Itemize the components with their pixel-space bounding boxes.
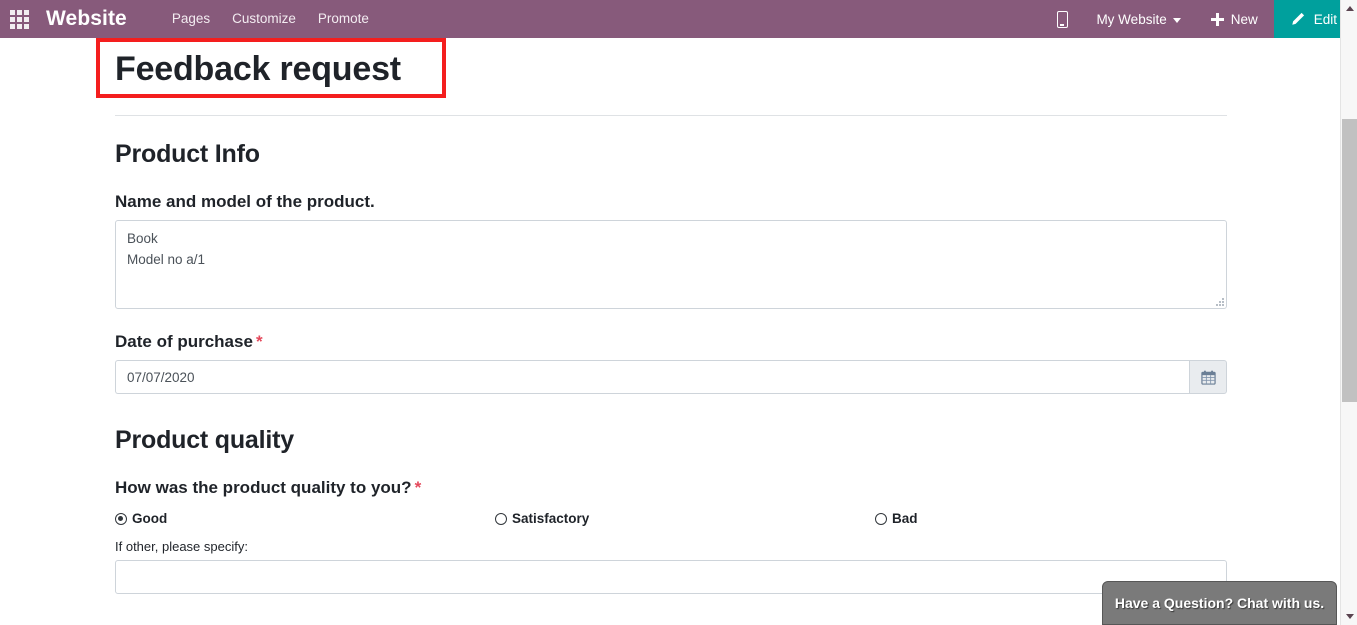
mobile-phone-glyph	[1056, 10, 1068, 28]
scroll-down-arrow[interactable]	[1341, 608, 1357, 625]
required-marker: *	[255, 332, 263, 352]
if-other-specify-input[interactable]	[115, 560, 1227, 595]
vertical-scrollbar[interactable]	[1340, 0, 1357, 625]
calendar-icon[interactable]	[1189, 360, 1227, 395]
brand-title[interactable]: Website	[46, 0, 127, 38]
nav-item-promote[interactable]: Promote	[307, 0, 380, 38]
edit-button-label: Edit	[1313, 11, 1337, 27]
site-switcher-label: My Website	[1096, 11, 1167, 27]
label-product-quality-question-text: How was the product quality to you?	[115, 478, 412, 498]
apps-grid-glyph	[9, 9, 29, 29]
radio-option-good[interactable]: Good	[115, 511, 495, 526]
apps-grid-icon[interactable]	[0, 0, 38, 38]
label-date-of-purchase: Date of purchase *	[115, 331, 1227, 353]
radio-option-bad[interactable]: Bad	[875, 511, 918, 526]
site-switcher-dropdown[interactable]: My Website	[1082, 0, 1194, 38]
new-button[interactable]: New	[1195, 0, 1274, 38]
radio-option-satisfactory[interactable]: Satisfactory	[495, 511, 875, 526]
chevron-up-icon	[1345, 6, 1354, 11]
section-heading-product-quality: Product quality	[115, 426, 294, 455]
section-heading-product-info: Product Info	[115, 140, 260, 168]
name-model-field-wrapper	[115, 220, 1227, 310]
nav-item-pages[interactable]: Pages	[161, 0, 221, 38]
pencil-icon	[1291, 12, 1305, 26]
page-title: Feedback request	[115, 50, 401, 88]
mobile-preview-icon[interactable]	[1042, 0, 1082, 38]
label-name-and-model: Name and model of the product.	[115, 192, 375, 211]
chat-widget-button[interactable]: Have a Question? Chat with us.	[1102, 581, 1337, 625]
nav-item-customize[interactable]: Customize	[221, 0, 307, 38]
new-button-label: New	[1230, 11, 1258, 27]
form-content: Feedback request Product Info Name and m…	[115, 38, 1227, 595]
top-navbar: Website Pages Customize Promote My Websi…	[0, 0, 1357, 38]
plus-icon	[1210, 12, 1224, 26]
label-date-of-purchase-text: Date of purchase	[115, 332, 253, 352]
radio-button-icon[interactable]	[495, 512, 507, 525]
radio-button-icon[interactable]	[875, 512, 887, 525]
radio-option-satisfactory-label: Satisfactory	[512, 511, 590, 527]
name-and-model-textarea[interactable]	[115, 220, 1227, 310]
label-if-other-specify: If other, please specify:	[115, 539, 248, 555]
navbar-right-group: My Website New Edit	[1042, 0, 1357, 38]
radio-button-icon[interactable]	[115, 512, 127, 525]
page-body: Feedback request Product Info Name and m…	[0, 38, 1340, 625]
scrollbar-thumb[interactable]	[1342, 119, 1357, 402]
date-of-purchase-field-group	[115, 360, 1227, 395]
chevron-down-icon	[1172, 17, 1181, 23]
product-quality-radio-group: Good Satisfactory Bad	[115, 511, 1227, 526]
section-divider	[115, 115, 1227, 116]
radio-option-bad-label: Bad	[892, 511, 918, 527]
label-product-quality-question: How was the product quality to you? *	[115, 477, 1227, 499]
date-of-purchase-input[interactable]	[115, 360, 1189, 395]
chat-widget-label: Have a Question? Chat with us.	[1114, 595, 1325, 611]
scroll-up-arrow[interactable]	[1341, 0, 1357, 17]
chevron-down-icon	[1345, 614, 1354, 619]
required-marker: *	[414, 478, 422, 498]
radio-option-good-label: Good	[132, 511, 168, 527]
